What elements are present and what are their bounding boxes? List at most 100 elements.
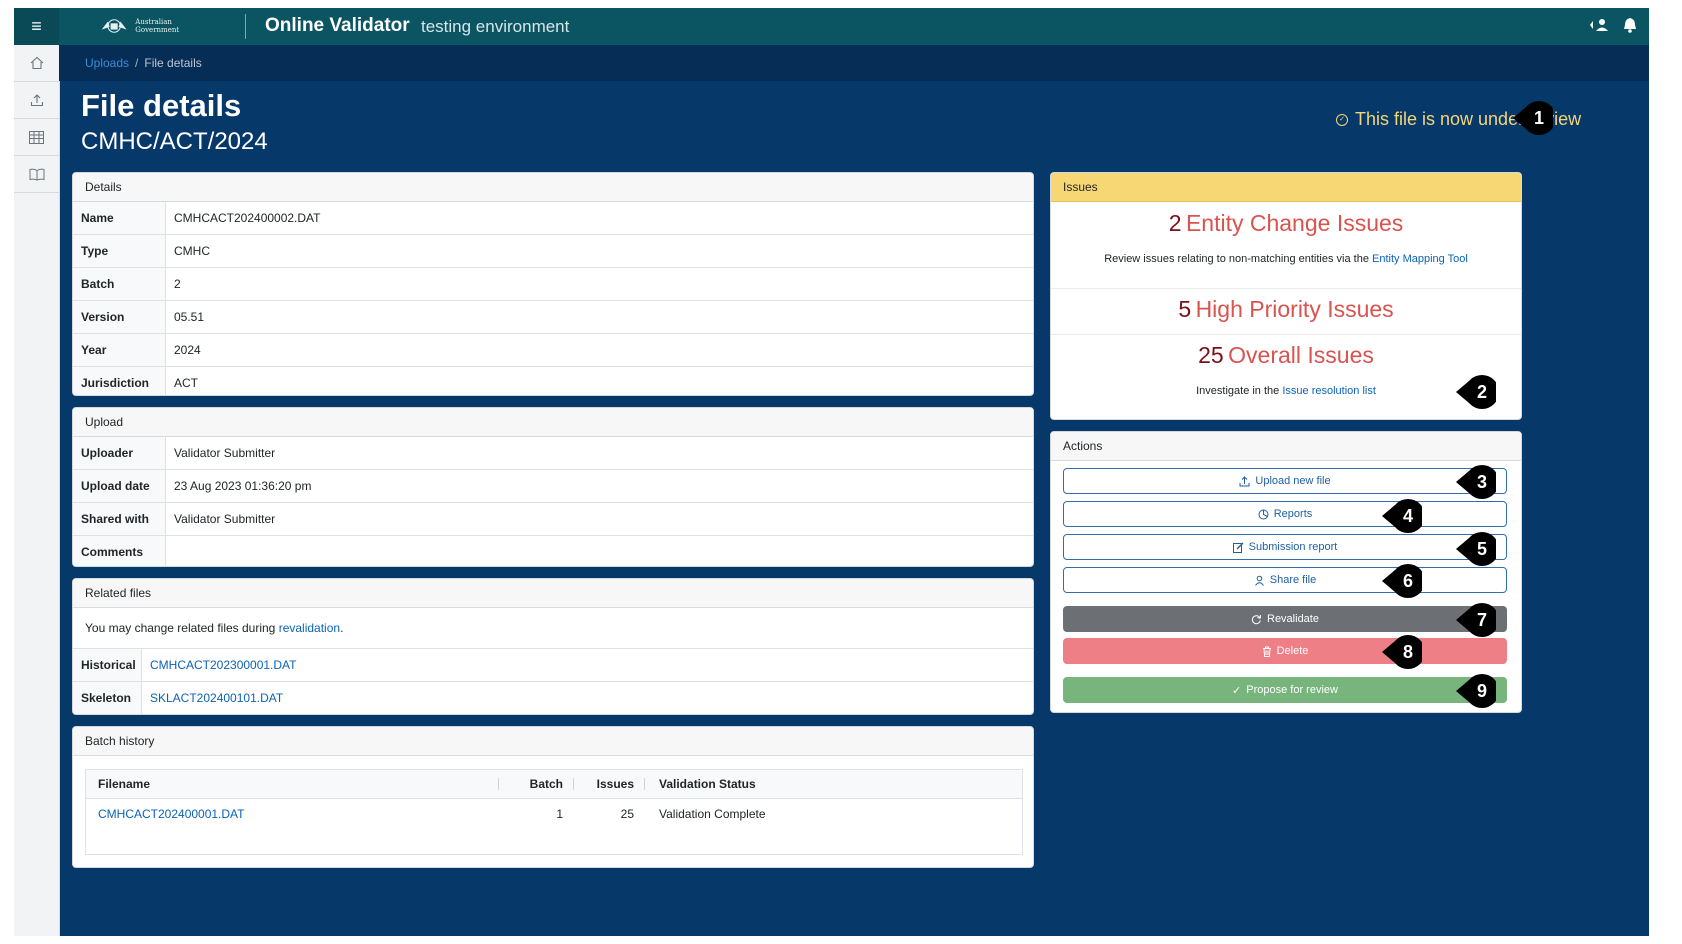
propose-for-review-label: Propose for review — [1246, 684, 1338, 696]
top-bar: ≡ Australian Government Online Validator… — [14, 8, 1649, 45]
government-logo-text: Australian Government — [135, 18, 180, 34]
sidebar-item-uploads[interactable] — [14, 82, 59, 119]
details-value: 2024 — [174, 343, 201, 357]
share-file-button[interactable]: Share file — [1063, 567, 1507, 593]
page-title: File details — [81, 88, 242, 123]
upload-row: Upload date 23 Aug 2023 01:36:20 pm — [73, 470, 1033, 503]
propose-for-review-button[interactable]: ✓ Propose for review — [1063, 677, 1507, 703]
upload-key: Uploader — [73, 437, 166, 469]
refresh-icon — [1251, 614, 1261, 624]
entity-issues-note: Review issues relating to non-matching e… — [1104, 253, 1369, 265]
details-card-header: Details — [73, 173, 1033, 202]
related-files-note: You may change related files during reva… — [73, 608, 1033, 649]
check-icon: ✓ — [1232, 684, 1242, 697]
high-priority-issues: 5 High Priority Issues — [1051, 289, 1521, 335]
app-window: ≡ Australian Government Online Validator… — [14, 8, 1649, 936]
government-logo: Australian Government — [99, 14, 209, 38]
user-menu-icon[interactable] — [1589, 17, 1609, 33]
sidebar-item-table[interactable] — [14, 119, 59, 156]
historical-file-link[interactable]: CMHCACT202300001.DAT — [142, 649, 1033, 681]
details-row: Version 05.51 — [73, 301, 1033, 334]
batch-filename-link[interactable]: CMHCACT202400001.DAT — [86, 807, 498, 821]
delete-button[interactable]: Delete — [1063, 638, 1507, 664]
entity-change-issues: 2 Entity Change Issues Review issues rel… — [1051, 202, 1521, 289]
sidebar-item-docs[interactable] — [14, 156, 59, 193]
breadcrumb-uploads-link[interactable]: Uploads — [85, 56, 129, 70]
related-note-suffix: . — [340, 621, 344, 635]
revalidation-link[interactable]: revalidation — [279, 621, 340, 635]
table-row: CMHCACT202400001.DAT 1 25 Validation Com… — [86, 799, 1022, 829]
submission-report-label: Submission report — [1248, 541, 1338, 553]
upload-icon — [30, 94, 43, 107]
related-note-prefix: You may change related files during — [85, 621, 276, 635]
overall-issues-count: 25 — [1198, 342, 1224, 368]
upload-value: Validator Submitter — [174, 446, 276, 460]
issue-resolution-list-link[interactable]: Issue resolution list — [1282, 385, 1376, 397]
delete-label: Delete — [1276, 645, 1309, 657]
book-icon — [29, 168, 44, 181]
details-key: Version — [73, 301, 166, 333]
breadcrumb-separator: / — [135, 56, 139, 70]
upload-value: Validator Submitter — [174, 512, 276, 526]
callout-marker: 4 — [1382, 499, 1422, 533]
callout-marker: 3 — [1456, 465, 1496, 499]
details-key: Year — [73, 334, 166, 366]
details-row: Name CMHCACT202400002.DAT — [73, 202, 1033, 235]
batch-issues-count: 25 — [620, 807, 634, 821]
revalidate-label: Revalidate — [1267, 613, 1319, 625]
related-row: Skeleton SKLACT202400101.DAT — [73, 682, 1033, 714]
details-key: Jurisdiction — [73, 367, 166, 395]
callout-marker: 5 — [1456, 532, 1496, 566]
details-value: 2 — [174, 277, 181, 291]
sidebar-item-home[interactable] — [14, 45, 59, 82]
pie-chart-icon — [1258, 509, 1269, 519]
breadcrumb: Uploads / File details — [59, 45, 1649, 81]
high-priority-count: 5 — [1178, 296, 1192, 322]
reports-button[interactable]: Reports — [1063, 501, 1507, 527]
actions-card: Actions Upload new file Reports Submissi… — [1050, 431, 1522, 713]
batch-table-header-row: Filename Batch Issues Validation Status — [86, 770, 1022, 799]
reports-label: Reports — [1273, 508, 1313, 520]
col-header-batch[interactable]: Batch — [499, 777, 573, 791]
col-header-filename[interactable]: Filename — [86, 777, 498, 791]
details-row: Year 2024 — [73, 334, 1033, 367]
bell-icon[interactable] — [1623, 17, 1637, 33]
related-files-header: Related files — [73, 579, 1033, 608]
actions-card-header: Actions — [1051, 432, 1521, 461]
callout-marker: 9 — [1456, 674, 1496, 708]
callout-marker: 1 — [1513, 101, 1553, 135]
batch-validation-status: Validation Complete — [659, 807, 766, 821]
overall-issues-note: Investigate in the — [1196, 385, 1280, 397]
callout-marker: 6 — [1382, 564, 1422, 598]
details-row: Jurisdiction ACT — [73, 367, 1033, 395]
upload-key: Comments — [73, 536, 166, 566]
breadcrumb-current: File details — [144, 56, 202, 70]
col-header-issues[interactable]: Issues — [574, 777, 644, 791]
skeleton-file-link[interactable]: SKLACT202400101.DAT — [142, 682, 1033, 714]
related-key: Historical — [73, 649, 142, 681]
callout-marker: 8 — [1382, 635, 1422, 669]
upload-row: Uploader Validator Submitter — [73, 437, 1033, 470]
app-title: Online Validator — [265, 15, 410, 36]
col-header-status[interactable]: Validation Status — [645, 777, 1022, 791]
topbar-divider — [245, 14, 246, 39]
table-icon — [29, 130, 44, 144]
details-card: Details Name CMHCACT202400002.DAT Type CMH… — [72, 172, 1034, 396]
callout-marker: 7 — [1456, 603, 1496, 637]
details-key: Batch — [73, 268, 166, 300]
menu-icon[interactable]: ≡ — [14, 8, 59, 45]
upload-key: Shared with — [73, 503, 166, 535]
upload-key: Upload date — [73, 470, 166, 502]
upload-card-header: Upload — [73, 408, 1033, 437]
batch-history-table: Filename Batch Issues Validation Status … — [85, 769, 1023, 855]
details-key: Name — [73, 202, 166, 234]
coat-of-arms-icon — [101, 19, 127, 33]
upload-row: Comments — [73, 536, 1033, 566]
share-file-label: Share file — [1269, 574, 1317, 586]
entity-issues-label: Entity Change Issues — [1185, 210, 1404, 236]
revalidate-button[interactable]: Revalidate — [1063, 606, 1507, 632]
submission-report-button[interactable]: Submission report — [1063, 534, 1507, 560]
high-priority-label: High Priority Issues — [1195, 296, 1394, 322]
entity-mapping-tool-link[interactable]: Entity Mapping Tool — [1372, 253, 1468, 265]
upload-new-file-button[interactable]: Upload new file — [1063, 468, 1507, 494]
